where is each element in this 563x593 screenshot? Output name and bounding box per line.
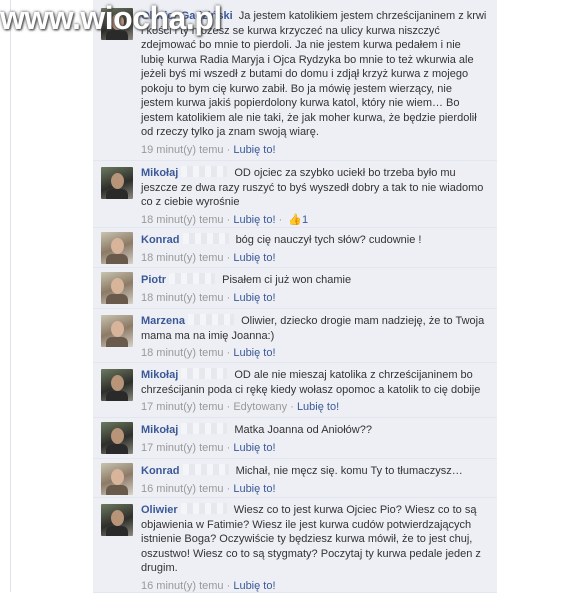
comment-time[interactable]: 16 minut(y) temu [141,483,224,495]
avatar[interactable] [101,167,133,199]
blurred-surname [183,233,229,244]
like-count[interactable]: 1 [302,214,308,226]
avatar[interactable] [101,504,133,536]
meta-separator: · [227,144,231,156]
like-button[interactable]: Lubię to! [233,252,275,264]
comment-time[interactable]: 18 minut(y) temu [141,252,224,264]
meta-separator: · [227,442,231,454]
like-button[interactable]: Lubię to! [297,401,339,413]
comment-item: Mikołaj OD ojciec za szybko uciekł bo tr… [93,161,497,228]
comment-text: Matka Joanna od Aniołów?? [234,424,372,436]
like-button[interactable]: Lubię to! [233,580,275,592]
comment-meta: 16 minut(y) temu · Lubię to! [141,482,487,497]
comment-meta: 18 minut(y) temu · Lubię to! [141,251,487,266]
edited-label[interactable]: Edytowany [233,401,287,413]
comment-author[interactable]: Piotr [141,274,166,286]
meta-separator: · [290,401,294,413]
meta-separator: · [279,214,283,226]
blurred-surname [181,368,227,379]
comment-time[interactable]: 16 minut(y) temu [141,580,224,592]
like-button[interactable]: Lubię to! [233,292,275,304]
meta-separator: · [227,214,231,226]
comment-time[interactable]: 18 minut(y) temu [141,292,224,304]
comment-meta: 19 minut(y) temu · Lubię to! [141,143,487,158]
comment-item: Konrad bóg cię nauczył tych słów? cudown… [93,228,497,268]
blurred-surname [183,464,229,475]
comment-author[interactable]: Mikołaj [141,424,178,436]
avatar[interactable] [101,422,133,454]
meta-separator: · [227,483,231,495]
like-button[interactable]: Lubię to! [233,442,275,454]
comment-time[interactable]: 19 minut(y) temu [141,144,224,156]
comment-text: Wiesz co to jest kurwa Ojciec Pio? Wiesz… [141,504,481,574]
comment-item: Oliwier Wiesz co to jest kurwa Ojciec Pi… [93,498,497,593]
comment-meta: 18 minut(y) temu · Lubię to! [141,346,487,361]
like-button[interactable]: Lubię to! [233,347,275,359]
comment-item: Marzena Oliwier, dziecko drogie mam nadz… [93,309,497,363]
meta-separator: · [227,580,231,592]
comment-author[interactable]: Konrad [141,465,180,477]
comment-author[interactable]: Konrad [141,234,180,246]
blurred-surname [181,423,227,434]
comment-author[interactable]: Marzena [141,315,185,327]
comment-item: Konrad Michał, nie męcz się. komu Ty to … [93,459,497,498]
comment-item: Mikołaj Matka Joanna od Aniołów?? 17 min… [93,418,497,459]
comment-time[interactable]: 17 minut(y) temu [141,442,224,454]
blurred-surname [181,166,227,177]
avatar[interactable] [101,463,133,495]
comment-item: Mikołaj OD ale nie mieszaj katolika z ch… [93,363,497,418]
avatar[interactable] [101,315,133,347]
comment-time[interactable]: 18 minut(y) temu [141,347,224,359]
comment-meta: 16 minut(y) temu · Lubię to! [141,579,487,593]
avatar[interactable] [101,369,133,401]
comment-thread: Oliwier Gadziński Ja jestem katolikiem j… [10,0,487,592]
watermark-logo: www.wiocha.pl [0,0,200,40]
comment-text: Pisałem ci już won chamie [222,274,351,286]
comment-time[interactable]: 18 minut(y) temu [141,214,224,226]
avatar[interactable] [101,232,133,264]
thumbs-up-icon[interactable]: 👍 [288,214,302,226]
like-button[interactable]: Lubię to! [233,214,275,226]
blurred-surname [169,273,215,284]
comment-text: bóg cię nauczył tych słów? cudownie ! [236,234,422,246]
comment-meta: 18 minut(y) temu · Lubię to! · 👍1 [141,213,487,228]
comment-author[interactable]: Mikołaj [141,167,178,179]
comment-author[interactable]: Mikołaj [141,369,178,381]
meta-separator: · [227,252,231,264]
comment-meta: 18 minut(y) temu · Lubię to! [141,291,487,306]
like-button[interactable]: Lubię to! [233,483,275,495]
blurred-surname [188,314,234,325]
comment-text: Michał, nie męcz się. komu Ty to tłumacz… [236,465,463,477]
avatar[interactable] [101,272,133,304]
meta-separator: · [227,347,231,359]
comment-item: Piotr Pisałem ci już won chamie 18 minut… [93,268,497,309]
meta-separator: · [227,292,231,304]
blurred-surname [181,503,227,514]
like-button[interactable]: Lubię to! [233,144,275,156]
meta-separator: · [227,401,231,413]
comment-author[interactable]: Oliwier [141,504,178,516]
comment-time[interactable]: 17 minut(y) temu [141,401,224,413]
comment-meta: 17 minut(y) temu · Lubię to! [141,441,487,456]
comment-meta: 17 minut(y) temu · Edytowany · Lubię to! [141,400,487,415]
